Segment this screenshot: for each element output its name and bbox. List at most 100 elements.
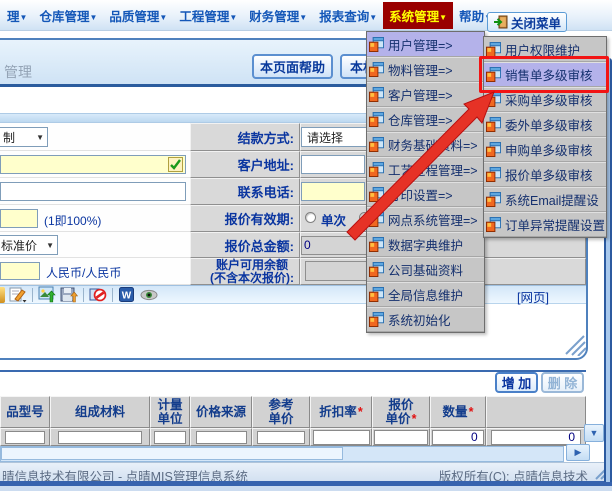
detail-table-data-row: 00 — [0, 428, 586, 446]
column-header-6: 报价单价* — [372, 396, 430, 428]
row-field-2[interactable] — [154, 431, 186, 444]
menubar-item-3[interactable]: 工程管理▼ — [173, 2, 243, 29]
row-input-6[interactable] — [374, 430, 427, 445]
form-label-cell: 结款方式: — [190, 123, 300, 151]
row-cell-3 — [190, 428, 252, 446]
currency-input[interactable] — [0, 262, 40, 280]
scroll-down-button[interactable]: ▼ — [584, 424, 604, 442]
audit-submenu-item-3[interactable]: 委外单多级审核 — [484, 112, 606, 137]
audit-submenu-item-2[interactable]: 采购单多级审核 — [484, 87, 606, 112]
web-page-link[interactable]: [网页] — [517, 287, 549, 306]
app-window: 管理 本页面帮助 本机 结款方式: 客户地址: 联系电话: 报价有效期: 报价总… — [0, 0, 612, 491]
audit-submenu-item-7[interactable]: 订单异常提醒设置 — [484, 212, 606, 237]
system-menu-item-5[interactable]: 工艺过程管理=> — [367, 157, 484, 182]
audit-submenu-item-1[interactable]: 销售单多级审核 — [484, 62, 606, 87]
partial-icon[interactable] — [0, 287, 5, 303]
form-label-cell: 客户地址: — [190, 151, 300, 178]
panel-resize-grip[interactable] — [556, 334, 586, 356]
quote-valid-once-radio[interactable] — [305, 212, 316, 223]
row-field-4[interactable] — [257, 431, 305, 444]
system-menu-item-1[interactable]: 物料管理=> — [367, 57, 484, 82]
chevron-down-icon: ▼ — [439, 13, 447, 22]
window-icon — [369, 112, 384, 127]
close-menu-button[interactable]: 关闭菜单 — [487, 12, 567, 32]
form-label-cell: 联系电话: — [190, 178, 300, 205]
page-title: 管理 — [4, 62, 32, 82]
settle-method-select[interactable]: 请选择 — [301, 127, 367, 147]
menu-item-label: 用户权限维护 — [505, 40, 580, 59]
contact-phone-input[interactable] — [301, 182, 365, 201]
system-menu-item-9[interactable]: 公司基础资料 — [367, 257, 484, 282]
system-menu-item-8[interactable]: 数据字典维护 — [367, 232, 484, 257]
window-icon — [369, 237, 384, 252]
window-icon — [369, 37, 384, 52]
customer-name-input[interactable] — [0, 155, 186, 174]
discount-ratio-input[interactable] — [0, 209, 38, 228]
row-cell-1 — [50, 428, 150, 446]
audit-submenu-item-0[interactable]: 用户权限维护 — [484, 37, 606, 62]
system-menu-item-2[interactable]: 客户管理=> — [367, 82, 484, 107]
menu-item-label: 订单异常提醒设置 — [505, 215, 605, 234]
row-field-3[interactable] — [196, 431, 247, 444]
column-header-0: 品型号 — [0, 396, 50, 428]
add-row-button[interactable]: 增 加 — [495, 372, 538, 393]
menubar-item-1[interactable]: 仓库管理▼ — [33, 2, 103, 29]
row-field-1[interactable] — [58, 431, 141, 444]
menu-item-label: 打印设置=> — [388, 185, 453, 204]
window-icon — [369, 137, 384, 152]
preview-eye-icon[interactable] — [140, 286, 158, 303]
row-input-8[interactable]: 0 — [491, 430, 581, 445]
customer-address-input[interactable] — [301, 155, 365, 174]
system-menu-item-6[interactable]: 打印设置=> — [367, 182, 484, 207]
system-menu-item-10[interactable]: 全局信息维护 — [367, 282, 484, 307]
audit-submenu-item-6[interactable]: 系统Email提醒设 — [484, 187, 606, 212]
menubar-item-6[interactable]: 系统管理▼ — [383, 2, 453, 29]
block-icon[interactable] — [89, 286, 107, 303]
price-source-select[interactable]: 标准价▼ — [0, 235, 58, 255]
row-input-7[interactable]: 0 — [432, 430, 483, 445]
menu-item-label: 系统Email提醒设 — [505, 190, 599, 209]
word-icon[interactable]: W — [118, 286, 136, 303]
window-icon — [369, 187, 384, 202]
menu-item-label: 委外单多级审核 — [505, 115, 593, 134]
system-menu-item-4[interactable]: 财务基础资料=> — [367, 132, 484, 157]
menu-item-label: 全局信息维护 — [388, 285, 463, 304]
menu-item-label: 用户管理=> — [388, 35, 453, 54]
image-export-icon[interactable] — [38, 286, 56, 303]
exit-door-icon — [493, 15, 508, 29]
picker-check-icon[interactable] — [168, 157, 183, 172]
required-asterisk: * — [469, 405, 474, 419]
menu-item-label: 网点系统管理=> — [388, 210, 478, 229]
row-input-5[interactable] — [313, 430, 370, 445]
system-menu-item-11[interactable]: 系统初始化 — [367, 307, 484, 332]
system-menu-item-3[interactable]: 仓库管理=> — [367, 107, 484, 132]
page-help-button[interactable]: 本页面帮助 — [252, 54, 333, 79]
quote-valid-once-label: 单次 — [321, 210, 346, 229]
quote-type-select[interactable]: 制▼ — [0, 127, 48, 147]
system-menu-item-0[interactable]: 用户管理=> — [367, 32, 484, 57]
audit-submenu-item-4[interactable]: 申购单多级审核 — [484, 137, 606, 162]
row-field-0[interactable] — [5, 431, 46, 444]
quote-title-input[interactable] — [0, 182, 186, 201]
edit-icon[interactable] — [9, 286, 27, 303]
status-bar: 晴信息技术有限公司 - 点晴MIS管理信息系统 版权所有(C): 点晴信息技术 — [0, 462, 612, 481]
quote-valid-label: 报价有效期: — [225, 209, 294, 228]
menubar-item-0[interactable]: 理▼ — [1, 2, 33, 29]
chevron-down-icon: ▼ — [89, 13, 97, 22]
menubar-item-4[interactable]: 财务管理▼ — [243, 2, 313, 29]
menubar-item-5[interactable]: 报表查询▼ — [313, 2, 383, 29]
menu-item-label: 系统初始化 — [388, 310, 451, 329]
scroll-right-button[interactable]: ▶ — [566, 444, 590, 461]
horizontal-scrollbar-thumb[interactable] — [1, 447, 343, 460]
menubar-item-2[interactable]: 品质管理▼ — [103, 2, 173, 29]
delete-row-button[interactable]: 删 除 — [541, 372, 584, 393]
audit-submenu-item-5[interactable]: 报价单多级审核 — [484, 162, 606, 187]
chevron-down-icon: ▼ — [369, 13, 377, 22]
menu-item-label: 报价单多级审核 — [505, 165, 593, 184]
menu-item-label: 财务基础资料=> — [388, 135, 478, 154]
save-export-icon[interactable] — [60, 286, 78, 303]
system-menu-item-7[interactable]: 网点系统管理=> — [367, 207, 484, 232]
system-management-menu: 用户管理=> 物料管理=>客户管理=>仓库管理=> 财务基础资料=> 工艺过程管理=>… — [366, 31, 485, 333]
chevron-down-icon: ▼ — [159, 13, 167, 22]
toolbar-separator — [112, 288, 113, 302]
